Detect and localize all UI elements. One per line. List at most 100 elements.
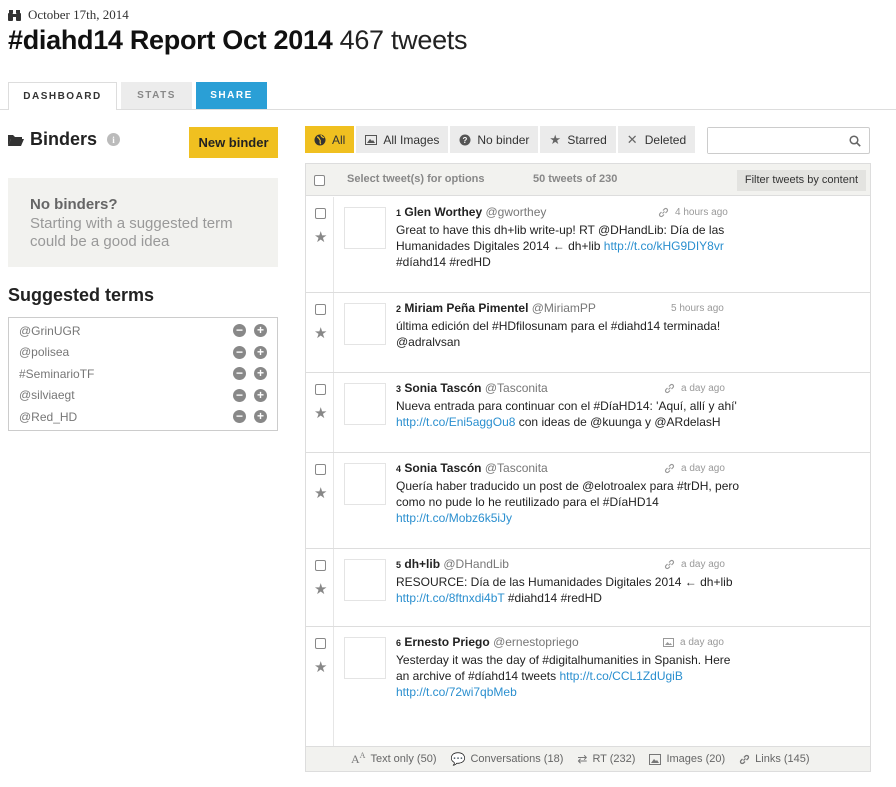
star-icon[interactable]: ★: [314, 324, 327, 342]
suggested-term: @GrinUGR − +: [9, 320, 277, 342]
tweet-link[interactable]: http://t.co/kHG9DIY8vr: [604, 239, 724, 253]
tweet-text: Great to have this dh+lib write-up! RT @…: [396, 222, 746, 270]
star-icon[interactable]: ★: [314, 658, 327, 676]
tweet-meta: a day ago: [664, 559, 725, 570]
filter-starred[interactable]: ★ Starred: [540, 126, 616, 153]
tweet-link[interactable]: http://t.co/CCL1ZdUgiB: [559, 669, 682, 683]
tweet-checkbox[interactable]: [315, 560, 326, 571]
tweet-link[interactable]: http://t.co/72wi7qbMeb: [396, 685, 517, 699]
minus-icon[interactable]: −: [233, 410, 246, 424]
star-icon[interactable]: ★: [314, 484, 327, 502]
author-name[interactable]: Sonia Tascón: [404, 461, 481, 475]
folder-icon: [8, 134, 24, 146]
filter-by-content-button[interactable]: Filter tweets by content: [736, 170, 866, 191]
author-handle[interactable]: @MiriamPP: [532, 301, 596, 315]
tweet-text-line: Humanidades Digitales 2014 ← dh+lib: [396, 239, 604, 253]
plus-icon[interactable]: +: [254, 410, 267, 424]
tweet-time[interactable]: a day ago: [681, 463, 725, 474]
tweet-number: 5: [396, 560, 402, 570]
tweet-row: ★ 5 dh+lib @DHandLib a day ago RESOURCE:…: [306, 549, 870, 627]
tweet-checkbox[interactable]: [315, 638, 326, 649]
tweet-text: última edición del #HDfilosunam para el …: [396, 318, 746, 350]
tweet-author: 3 Sonia Tascón @Tasconita: [396, 381, 548, 395]
filter-links[interactable]: Links (145): [739, 753, 810, 765]
tweet-time[interactable]: a day ago: [680, 637, 724, 648]
author-handle[interactable]: @Tasconita: [485, 381, 548, 395]
tweet-time[interactable]: 4 hours ago: [675, 207, 728, 218]
tweet-link[interactable]: http://t.co/8ftnxdi4bT: [396, 591, 505, 605]
new-binder-button[interactable]: New binder: [189, 127, 278, 158]
page-title: #diahd14 Report Oct 2014 467 tweets: [8, 25, 468, 56]
plus-icon[interactable]: +: [254, 367, 267, 381]
report-title: #diahd14 Report Oct 2014: [8, 25, 333, 55]
author-name[interactable]: Miriam Peña Pimentel: [404, 301, 528, 315]
minus-icon[interactable]: −: [233, 324, 246, 338]
filter-conversations-label: Conversations (18): [470, 753, 564, 765]
tweet-row: ★ 2 Miriam Peña Pimentel @MiriamPP 5 hou…: [306, 293, 870, 373]
author-handle[interactable]: @DHandLib: [443, 557, 509, 571]
tab-dashboard[interactable]: DASHBOARD: [8, 82, 117, 110]
tab-stats[interactable]: STATS: [121, 82, 192, 109]
star-icon[interactable]: ★: [314, 580, 327, 598]
minus-icon[interactable]: −: [233, 345, 246, 359]
filter-retweets[interactable]: ⇄ RT (232): [577, 752, 635, 766]
plus-icon[interactable]: +: [254, 388, 267, 402]
tweets-count-label: 50 tweets of 230: [533, 173, 618, 185]
filter-conversations[interactable]: 💬 Conversations (18): [450, 752, 563, 766]
filter-text-only[interactable]: AA Text only (50): [351, 751, 436, 767]
report-date: October 17th, 2014: [28, 7, 129, 22]
author-handle[interactable]: @gworthey: [486, 205, 547, 219]
filter-images[interactable]: Images (20): [649, 753, 725, 765]
filter-all[interactable]: All: [305, 126, 355, 153]
tab-share[interactable]: SHARE: [196, 82, 267, 109]
avatar: [344, 207, 386, 249]
star-icon[interactable]: ★: [314, 404, 327, 422]
author-name[interactable]: dh+lib: [404, 557, 440, 571]
author-name[interactable]: Sonia Tascón: [404, 381, 481, 395]
suggested-term: #SeminarioTF − +: [9, 363, 277, 385]
info-icon[interactable]: i: [107, 133, 121, 146]
tweet-time[interactable]: 5 hours ago: [671, 303, 724, 314]
author-name[interactable]: Glen Worthey: [404, 205, 482, 219]
plus-icon[interactable]: +: [254, 345, 267, 359]
search-input[interactable]: [708, 128, 848, 153]
select-all-checkbox[interactable]: [314, 175, 325, 186]
question-icon: ?: [459, 134, 471, 145]
tweet-text-line: #díahd14 #redHD: [396, 255, 491, 269]
link-icon: [664, 559, 675, 570]
tweet-text-line: RESOURCE: Día de las Humanidades Digital…: [396, 575, 733, 589]
tweet-checkbox[interactable]: [315, 304, 326, 315]
tweet-link[interactable]: http://t.co/Eni5aggOu8: [396, 415, 515, 429]
tweet-row: ★ 6 Ernesto Priego @ernestopriego a day …: [306, 627, 870, 747]
author-handle[interactable]: @Tasconita: [485, 461, 548, 475]
tweet-text-line: Yesterday it was the day of #digitalhuma…: [396, 653, 731, 667]
author-name[interactable]: Ernesto Priego: [404, 635, 489, 649]
star-icon[interactable]: ★: [314, 228, 327, 246]
tweet-checkbox[interactable]: [315, 384, 326, 395]
plus-icon[interactable]: +: [254, 324, 267, 338]
tweet-row: ★ 1 Glen Worthey @gworthey 4 hours ago G…: [306, 197, 870, 293]
tab-bar: DASHBOARD STATS SHARE: [8, 82, 267, 110]
author-handle[interactable]: @ernestopriego: [493, 635, 579, 649]
tweet-meta: a day ago: [664, 383, 725, 394]
tweet-text: RESOURCE: Día de las Humanidades Digital…: [396, 574, 746, 606]
image-icon: [365, 134, 378, 145]
minus-icon[interactable]: −: [233, 388, 246, 402]
filter-no-binder[interactable]: ? No binder: [450, 126, 539, 153]
filter-all-label: All: [332, 132, 346, 147]
panel-header: Select tweet(s) for options 50 tweets of…: [306, 164, 870, 196]
no-binders-panel: No binders? Starting with a suggested te…: [8, 178, 278, 267]
tweet-checkbox[interactable]: [315, 464, 326, 475]
binders-title: Binders: [30, 129, 98, 149]
tweet-time[interactable]: a day ago: [681, 383, 725, 394]
tweet-link[interactable]: http://t.co/Mobz6k5iJy: [396, 511, 512, 525]
globe-icon: [314, 134, 326, 145]
search-icon[interactable]: [849, 135, 861, 147]
minus-icon[interactable]: −: [233, 367, 246, 381]
filter-deleted[interactable]: ✕ Deleted: [617, 126, 696, 153]
filter-all-images[interactable]: All Images: [356, 126, 449, 153]
tweet-text-line: #diahd14 #redHD: [504, 591, 602, 605]
tweet-meta: a day ago: [663, 637, 724, 648]
tweet-time[interactable]: a day ago: [681, 559, 725, 570]
tweet-checkbox[interactable]: [315, 208, 326, 219]
